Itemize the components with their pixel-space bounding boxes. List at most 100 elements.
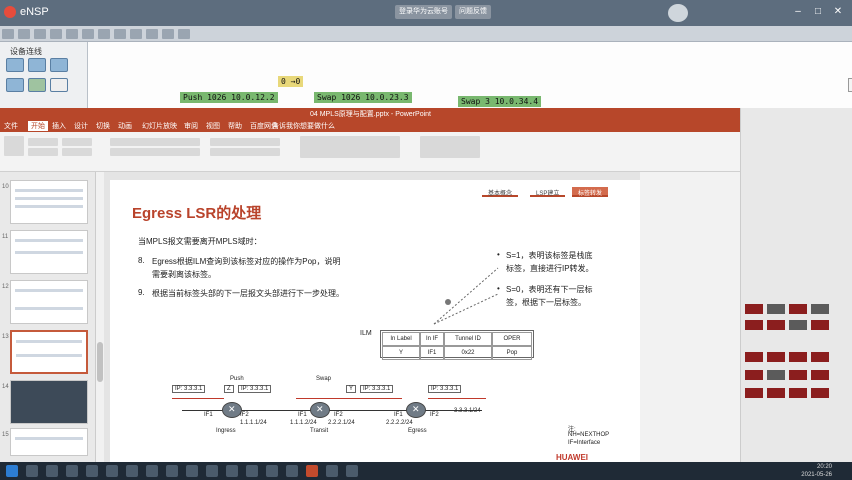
topology-canvas[interactable]: 0 →0 Push 1026 10.0.12.2 Swap 1026 10.0.… xyxy=(88,42,852,108)
tab-slideshow[interactable]: 幻灯片放映 xyxy=(142,121,177,131)
new-slide-button[interactable] xyxy=(62,138,92,146)
thumbnail-tile[interactable] xyxy=(811,352,829,362)
thumbnail-tile[interactable] xyxy=(745,388,763,398)
tab-animations[interactable]: 动画 xyxy=(118,121,132,131)
switch-device-icon[interactable] xyxy=(28,58,46,72)
app-icon[interactable] xyxy=(186,465,198,477)
redo-icon[interactable] xyxy=(66,29,78,39)
ensp-logo-icon xyxy=(4,6,16,18)
open-icon[interactable] xyxy=(18,29,30,39)
thumbnail-tile[interactable] xyxy=(767,304,785,314)
app-icon[interactable] xyxy=(206,465,218,477)
thumbnails-scrollbar[interactable] xyxy=(96,172,104,462)
close-icon[interactable]: ✕ xyxy=(830,4,846,20)
firewall-device-icon[interactable] xyxy=(6,78,24,92)
tab-transitions[interactable]: 切换 xyxy=(96,121,110,131)
tab-review[interactable]: 审阅 xyxy=(184,121,198,131)
slide-thumbnail[interactable] xyxy=(10,230,88,274)
layout-button[interactable] xyxy=(62,148,92,156)
undo-icon[interactable] xyxy=(50,29,62,39)
app-icon[interactable] xyxy=(326,465,338,477)
login-cloud-button[interactable]: 登录华为云账号 xyxy=(395,5,452,19)
explorer-icon[interactable] xyxy=(86,465,98,477)
app-icon[interactable] xyxy=(226,465,238,477)
editing-group[interactable] xyxy=(420,136,480,158)
tab-home[interactable]: 开始 xyxy=(28,121,48,131)
new-topology-icon[interactable] xyxy=(2,29,14,39)
tab-file[interactable]: 文件 xyxy=(4,121,18,131)
select-icon[interactable] xyxy=(82,29,94,39)
app-icon[interactable] xyxy=(246,465,258,477)
thumbnail-tile[interactable] xyxy=(745,352,763,362)
thumbnail-tile[interactable] xyxy=(789,388,807,398)
avatar[interactable] xyxy=(668,4,688,22)
thumbnail-tile[interactable] xyxy=(745,304,763,314)
align-group[interactable] xyxy=(210,148,280,156)
tab-view[interactable]: 视图 xyxy=(206,121,220,131)
slide-thumbnail[interactable] xyxy=(10,180,88,224)
drawing-group[interactable] xyxy=(300,136,400,158)
router-device-icon[interactable] xyxy=(6,58,24,72)
wlan-device-icon[interactable] xyxy=(50,58,68,72)
app-icon[interactable] xyxy=(146,465,158,477)
slide-canvas[interactable]: 基本概念 LSP建立 标签转发 Egress LSR的处理 当MPLS报文需要离… xyxy=(110,180,640,462)
thumbnail-tile[interactable] xyxy=(811,370,829,380)
thumbnail-tile[interactable] xyxy=(767,370,785,380)
tab-help[interactable]: 帮助 xyxy=(228,121,242,131)
minimize-icon[interactable]: – xyxy=(790,4,806,20)
delete-icon[interactable] xyxy=(114,29,126,39)
copy-button[interactable] xyxy=(28,148,58,156)
thumbnail-tile[interactable] xyxy=(789,370,807,380)
thumbnail-tile[interactable] xyxy=(767,320,785,330)
font-format-group[interactable] xyxy=(110,148,200,156)
font-select[interactable] xyxy=(110,138,200,146)
taskview-icon[interactable] xyxy=(46,465,58,477)
thumbnail-tile[interactable] xyxy=(745,320,763,330)
thumbnail-tile[interactable] xyxy=(811,388,829,398)
system-clock[interactable]: 20:20 2021-05-26 xyxy=(801,463,832,479)
tab-design[interactable]: 设计 xyxy=(74,121,88,131)
tell-me-search[interactable]: 告诉我你想要做什么 xyxy=(272,121,335,131)
thumbnail-tile[interactable] xyxy=(789,304,807,314)
thumbnail-tile[interactable] xyxy=(745,370,763,380)
thumbnail-tile[interactable] xyxy=(811,304,829,314)
save-icon[interactable] xyxy=(34,29,46,39)
app-icon[interactable] xyxy=(286,465,298,477)
paragraph-group[interactable] xyxy=(210,138,280,146)
start-button[interactable]: 开始 xyxy=(848,78,852,92)
start-device-icon[interactable] xyxy=(146,29,158,39)
thumbnail-tile[interactable] xyxy=(811,320,829,330)
text-icon[interactable] xyxy=(130,29,142,39)
search-icon[interactable] xyxy=(26,465,38,477)
cable-icon[interactable] xyxy=(50,78,68,92)
tab-insert[interactable]: 插入 xyxy=(52,121,66,131)
arrow-line xyxy=(296,398,402,399)
maximize-icon[interactable]: □ xyxy=(810,4,826,20)
app-icon[interactable] xyxy=(266,465,278,477)
app-icon[interactable] xyxy=(106,465,118,477)
cut-button[interactable] xyxy=(28,138,58,146)
stop-device-icon[interactable] xyxy=(162,29,174,39)
feedback-button[interactable]: 问题反馈 xyxy=(455,5,491,19)
app-icon[interactable] xyxy=(166,465,178,477)
slide-thumbnail[interactable] xyxy=(10,380,88,424)
slide-thumbnail[interactable] xyxy=(10,280,88,324)
cloud-device-icon[interactable] xyxy=(28,78,46,92)
thumbnail-tile[interactable] xyxy=(767,352,785,362)
browser-icon[interactable] xyxy=(66,465,78,477)
thumbnail-tile[interactable] xyxy=(789,320,807,330)
windows-start-icon[interactable] xyxy=(6,465,18,477)
hand-icon[interactable] xyxy=(98,29,110,39)
app-icon[interactable] xyxy=(126,465,138,477)
paste-icon[interactable] xyxy=(4,136,24,156)
ilm-header-inlabel: In Label xyxy=(382,332,420,346)
capture-icon[interactable] xyxy=(178,29,190,39)
powerpoint-icon[interactable] xyxy=(306,465,318,477)
huawei-logo: HUAWEI xyxy=(556,453,588,462)
thumbnail-tile[interactable] xyxy=(789,352,807,362)
app-icon[interactable] xyxy=(346,465,358,477)
slide-thumbnail[interactable] xyxy=(10,428,88,456)
scrollbar-thumb[interactable] xyxy=(97,342,103,382)
slide-thumbnail-selected[interactable] xyxy=(10,330,88,374)
thumbnail-tile[interactable] xyxy=(767,388,785,398)
